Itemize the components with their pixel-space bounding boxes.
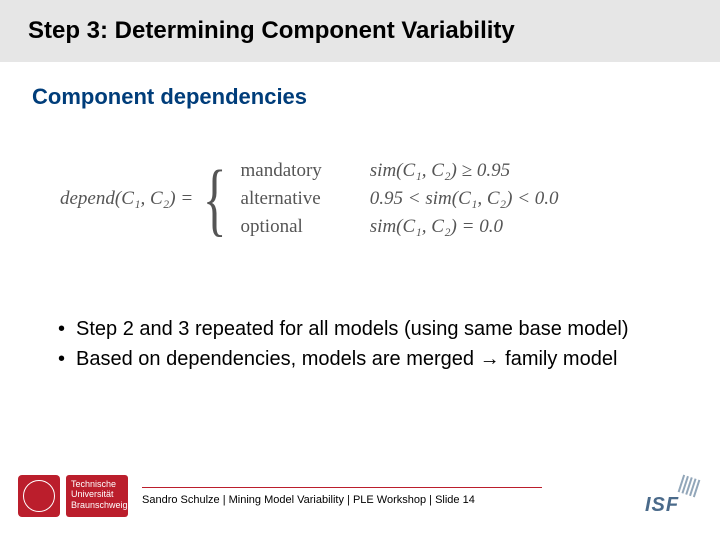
footer: Technische Universität Braunschweig Sand… [0, 466, 720, 526]
isf-stripes-icon [678, 475, 701, 498]
footer-divider [142, 487, 542, 488]
bullet-list: Step 2 and 3 repeated for all models (us… [0, 316, 720, 372]
bullet-2: Based on dependencies, models are merged… [58, 346, 660, 372]
tu-text: Technische Universität Braunschweig [66, 475, 128, 517]
formula-lhs: depend(C₁, C₂) = [60, 188, 193, 210]
case-mandatory: mandatory [241, 160, 322, 182]
case-optional: optional [241, 216, 322, 238]
slide-title: Step 3: Determining Component Variabilit… [28, 17, 515, 45]
header-bar: Step 3: Determining Component Variabilit… [0, 0, 720, 62]
bullet-1: Step 2 and 3 repeated for all models (us… [58, 316, 660, 342]
isf-text: ISF [645, 494, 679, 517]
footer-text: Sandro Schulze | Mining Model Variabilit… [142, 494, 622, 506]
uni-line-1: Technische [71, 479, 123, 489]
uni-line-3: Braunschweig [71, 500, 123, 510]
isf-logo: ISF [622, 475, 702, 517]
formula: depend(C₁, C₂) = { mandatory alternative… [0, 160, 720, 238]
cond-3: sim(C₁, C₂) = 0.0 [370, 216, 559, 238]
case-alternative: alternative [241, 188, 322, 210]
tu-braunschweig-logo: Technische Universität Braunschweig [18, 475, 128, 517]
cond-1: sim(C₁, C₂) ≥ 0.95 [370, 160, 559, 182]
tu-seal-icon [18, 475, 60, 517]
subtitle: Component dependencies [32, 84, 720, 110]
uni-line-2: Universität [71, 489, 123, 499]
formula-cases: mandatory alternative optional [241, 160, 322, 238]
cond-2: 0.95 < sim(C₁, C₂) < 0.0 [370, 188, 559, 210]
formula-conditions: sim(C₁, C₂) ≥ 0.95 0.95 < sim(C₁, C₂) < … [370, 160, 559, 238]
footer-center: Sandro Schulze | Mining Model Variabilit… [142, 487, 622, 506]
